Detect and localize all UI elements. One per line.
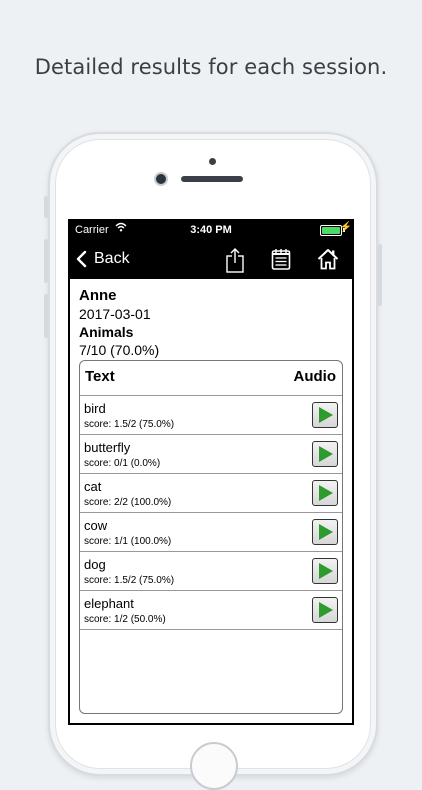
session-category: Animals [79, 324, 134, 340]
play-audio-button[interactable] [312, 441, 338, 467]
volume-down-button [44, 294, 48, 338]
session-date: 2017-03-01 [79, 306, 151, 322]
table-row[interactable]: elephant score: 1/2 (50.0%) [80, 591, 342, 630]
volume-up-button [44, 239, 48, 283]
row-score: score: 1.5/2 (75.0%) [84, 419, 175, 430]
overall-score: 7/10 (70.0%) [79, 342, 160, 358]
notepad-icon[interactable] [271, 248, 291, 275]
session-detail: Anne 2017-03-01 Animals 7/10 (70.0%) Tex… [70, 279, 352, 723]
play-audio-button[interactable] [312, 558, 338, 584]
share-icon[interactable] [225, 247, 245, 278]
row-score: score: 2/2 (100.0%) [84, 497, 172, 508]
row-score: score: 0/1 (0.0%) [84, 458, 161, 469]
earpiece-speaker [181, 176, 243, 182]
row-score: score: 1/2 (50.0%) [84, 614, 166, 625]
table-row[interactable]: cow score: 1/1 (100.0%) [80, 513, 342, 552]
back-chevron-icon [76, 250, 87, 268]
proximity-sensor [209, 158, 216, 165]
home-button [190, 742, 238, 790]
charging-icon: ⚡ [339, 222, 352, 233]
play-icon [319, 563, 333, 579]
back-label: Back [94, 250, 130, 267]
table-row[interactable]: bird score: 1.5/2 (75.0%) [80, 396, 342, 435]
row-word: elephant [84, 596, 134, 611]
status-bar: Carrier 3:40 PM ⚡ [68, 219, 354, 241]
column-header-audio: Audio [293, 368, 337, 385]
play-audio-button[interactable] [312, 402, 338, 428]
marketing-caption: Detailed results for each session. [34, 55, 388, 79]
row-score: score: 1/1 (100.0%) [84, 536, 172, 547]
play-icon [319, 407, 333, 423]
row-word: bird [84, 401, 106, 416]
results-table: Text Audio bird score: 1.5/2 (75.0%) but… [79, 360, 343, 714]
table-row[interactable]: dog score: 1.5/2 (75.0%) [80, 552, 342, 591]
play-icon [319, 524, 333, 540]
power-button [378, 244, 382, 306]
back-button[interactable]: Back [76, 250, 130, 268]
row-word: cow [84, 518, 108, 533]
row-score: score: 1.5/2 (75.0%) [84, 575, 175, 586]
app-screen: Carrier 3:40 PM ⚡ Back Anne 2017-03-01 A… [68, 219, 354, 725]
table-row[interactable]: cat score: 2/2 (100.0%) [80, 474, 342, 513]
row-word: dog [84, 557, 106, 572]
play-audio-button[interactable] [312, 480, 338, 506]
play-icon [319, 485, 333, 501]
play-audio-button[interactable] [312, 519, 338, 545]
mute-switch [44, 196, 48, 218]
play-icon [319, 602, 333, 618]
front-camera [154, 172, 168, 186]
column-header-text: Text [85, 368, 115, 385]
row-word: cat [84, 479, 102, 494]
play-icon [319, 446, 333, 462]
table-header: Text Audio [80, 361, 342, 396]
nav-bar: Back [68, 241, 354, 279]
table-row[interactable]: butterfly score: 0/1 (0.0%) [80, 435, 342, 474]
status-time: 3:40 PM [190, 224, 232, 236]
row-word: butterfly [84, 440, 131, 455]
home-icon[interactable] [317, 248, 339, 275]
student-name: Anne [79, 287, 117, 304]
play-audio-button[interactable] [312, 597, 338, 623]
